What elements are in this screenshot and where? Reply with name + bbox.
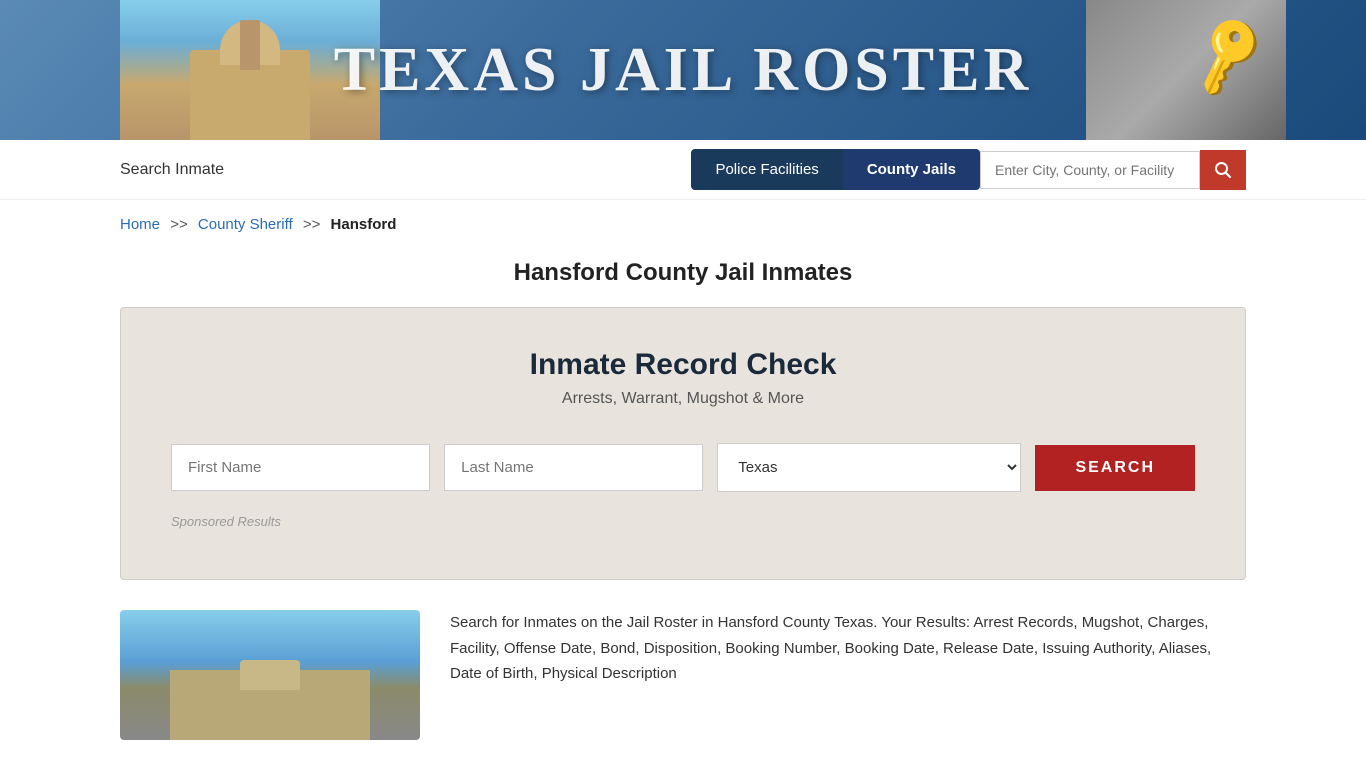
- search-container: Inmate Record Check Arrests, Warrant, Mu…: [120, 307, 1246, 580]
- nav-buttons: Police Facilities County Jails: [691, 149, 1246, 190]
- navbar: Search Inmate Police Facilities County J…: [0, 140, 1366, 200]
- keys-image: [1086, 0, 1286, 140]
- bottom-section: Search for Inmates on the Jail Roster in…: [0, 610, 1366, 740]
- search-form: AlabamaAlaskaArizonaArkansasCaliforniaCo…: [171, 443, 1195, 492]
- record-check-subtitle: Arrests, Warrant, Mugshot & More: [171, 390, 1195, 408]
- header-banner: Texas Jail Roster: [0, 0, 1366, 140]
- breadcrumb-sep-2: >>: [303, 216, 321, 233]
- breadcrumb: Home >> County Sheriff >> Hansford: [0, 200, 1366, 249]
- county-jails-button[interactable]: County Jails: [843, 149, 980, 190]
- breadcrumb-county-sheriff[interactable]: County Sheriff: [198, 216, 293, 233]
- sponsored-results-label: Sponsored Results: [171, 514, 1195, 529]
- facility-search-button[interactable]: [1200, 150, 1246, 190]
- building-image: [120, 610, 420, 740]
- capitol-dome: [220, 20, 280, 65]
- search-inmate-label: Search Inmate: [120, 161, 691, 179]
- first-name-input[interactable]: [171, 444, 430, 491]
- breadcrumb-sep-1: >>: [170, 216, 188, 233]
- search-icon: [1214, 161, 1232, 179]
- page-title: Hansford County Jail Inmates: [0, 249, 1366, 307]
- police-facilities-button[interactable]: Police Facilities: [691, 149, 842, 190]
- record-check-title: Inmate Record Check: [171, 348, 1195, 382]
- facility-search-input[interactable]: [980, 151, 1200, 189]
- site-title: Texas Jail Roster: [334, 35, 1033, 106]
- inmate-search-button[interactable]: SEARCH: [1035, 445, 1195, 491]
- state-select[interactable]: AlabamaAlaskaArizonaArkansasCaliforniaCo…: [717, 443, 1021, 492]
- last-name-input[interactable]: [444, 444, 703, 491]
- breadcrumb-current: Hansford: [331, 216, 397, 233]
- description-text: Search for Inmates on the Jail Roster in…: [450, 610, 1246, 740]
- breadcrumb-home[interactable]: Home: [120, 216, 160, 233]
